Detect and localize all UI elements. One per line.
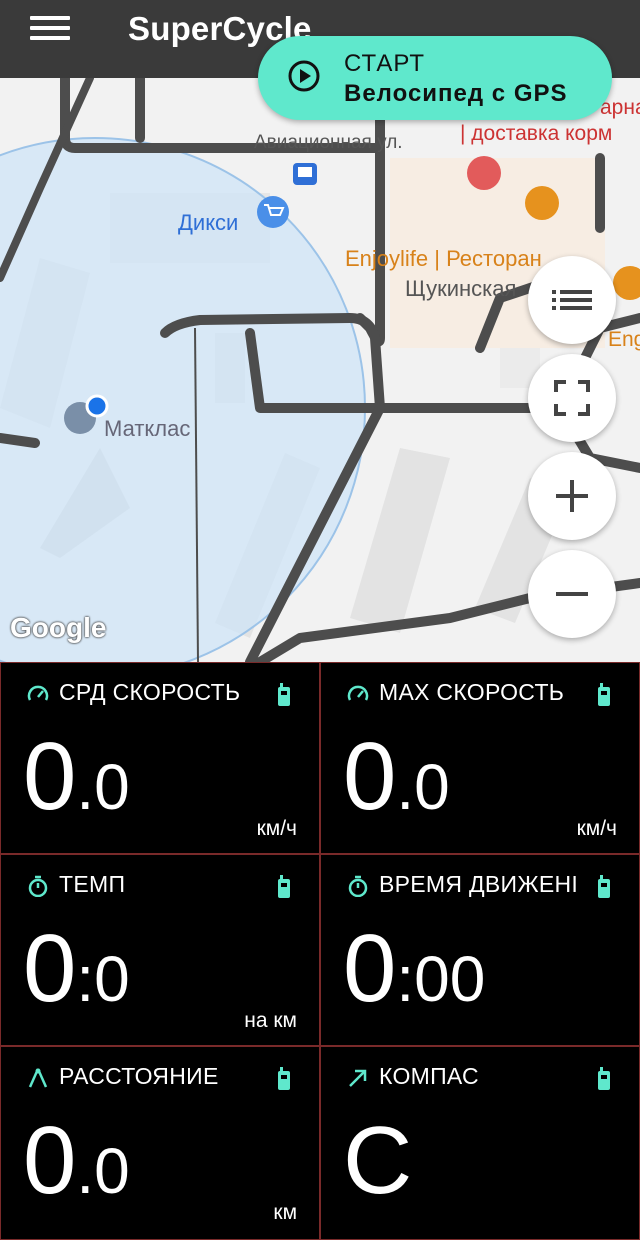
restaurant-pin-icon[interactable] — [525, 186, 559, 220]
zoom-in-icon — [556, 480, 588, 512]
list-icon — [552, 290, 592, 310]
pharmacy-pin-icon[interactable] — [467, 156, 501, 190]
panel-value: 0.0 — [23, 1107, 130, 1214]
zoom-out-icon — [556, 592, 588, 596]
compass-drafting-icon — [28, 1068, 48, 1088]
panel-value: С — [343, 1107, 413, 1214]
phone-icon — [278, 683, 290, 706]
panel-unit: на км — [244, 1009, 297, 1032]
panel-value: 0:00 — [343, 915, 486, 1022]
stopwatch-icon — [348, 875, 368, 897]
map-label-street: Авиационная ул. — [254, 132, 403, 153]
panel-distance[interactable]: РАССТОЯНИЕ 0.0 км — [0, 1046, 320, 1240]
panel-moving-time[interactable]: ВРЕМЯ ДВИЖЕНІ 0:00 — [320, 854, 640, 1046]
map-label-restaurant: Enjoylife | Ресторан — [345, 246, 542, 271]
phone-icon — [598, 875, 610, 898]
map-label-top-right2: | доставка корм — [460, 122, 613, 145]
panel-unit: км — [273, 1201, 297, 1224]
speedometer-icon — [27, 685, 49, 701]
phone-icon — [598, 1067, 610, 1090]
panel-label: МАХ СКОРОСТЬ — [379, 679, 565, 705]
arrow-icon — [349, 1069, 367, 1087]
restaurant-pin-icon[interactable] — [613, 266, 640, 300]
panel-avg-speed[interactable]: СРД СКОРОСТЬ 0.0 км/ч — [0, 662, 320, 854]
menu-icon[interactable] — [30, 16, 70, 46]
panel-label: РАССТОЯНИЕ — [59, 1063, 219, 1089]
shop-pin-icon[interactable] — [257, 196, 289, 228]
panel-value: 0.0 — [23, 723, 130, 830]
panel-max-speed[interactable]: МАХ СКОРОСТЬ 0.0 км/ч — [320, 662, 640, 854]
map-label-shop: Дикси — [178, 210, 239, 235]
panel-unit: км/ч — [256, 817, 297, 840]
start-button-title: СТАРТ — [344, 50, 425, 77]
building — [350, 448, 450, 633]
play-circle-icon — [288, 60, 320, 92]
start-button-subtitle: Велосипед с GPS — [344, 80, 568, 107]
panel-unit: км/ч — [576, 817, 617, 840]
fullscreen-button[interactable] — [528, 354, 616, 442]
panel-value: 0.0 — [343, 723, 450, 830]
map-label-metro: Щукинская — [405, 276, 517, 301]
panel-pace[interactable]: ТЕМП 0:0 на км — [0, 854, 320, 1046]
panel-label: СРД СКОРОСТЬ — [59, 679, 241, 705]
phone-icon — [278, 875, 290, 898]
map-label-edge: Eng — [608, 328, 640, 351]
speedometer-icon — [347, 685, 369, 701]
panel-label: ТЕМП — [59, 871, 126, 897]
phone-icon — [278, 1067, 290, 1090]
location-dot — [85, 394, 109, 418]
phone-icon — [598, 683, 610, 706]
start-button[interactable]: СТАРТ Велосипед с GPS — [258, 36, 612, 120]
panel-compass[interactable]: КОМПАС С — [320, 1046, 640, 1240]
google-logo: Google — [10, 612, 107, 643]
stopwatch-icon — [28, 875, 48, 897]
map-label-school: Матклас — [104, 416, 191, 441]
fullscreen-icon — [554, 380, 590, 416]
panel-value: 0:0 — [23, 915, 130, 1022]
list-button[interactable] — [528, 256, 616, 344]
map-view[interactable]: Авиационная ул. арна | доставка корм Дик… — [0, 78, 640, 662]
zoom-in-button[interactable] — [528, 452, 616, 540]
zoom-out-button[interactable] — [528, 550, 616, 638]
panel-label: КОМПАС — [379, 1063, 479, 1089]
panel-label: ВРЕМЯ ДВИЖЕНІ — [379, 871, 579, 897]
